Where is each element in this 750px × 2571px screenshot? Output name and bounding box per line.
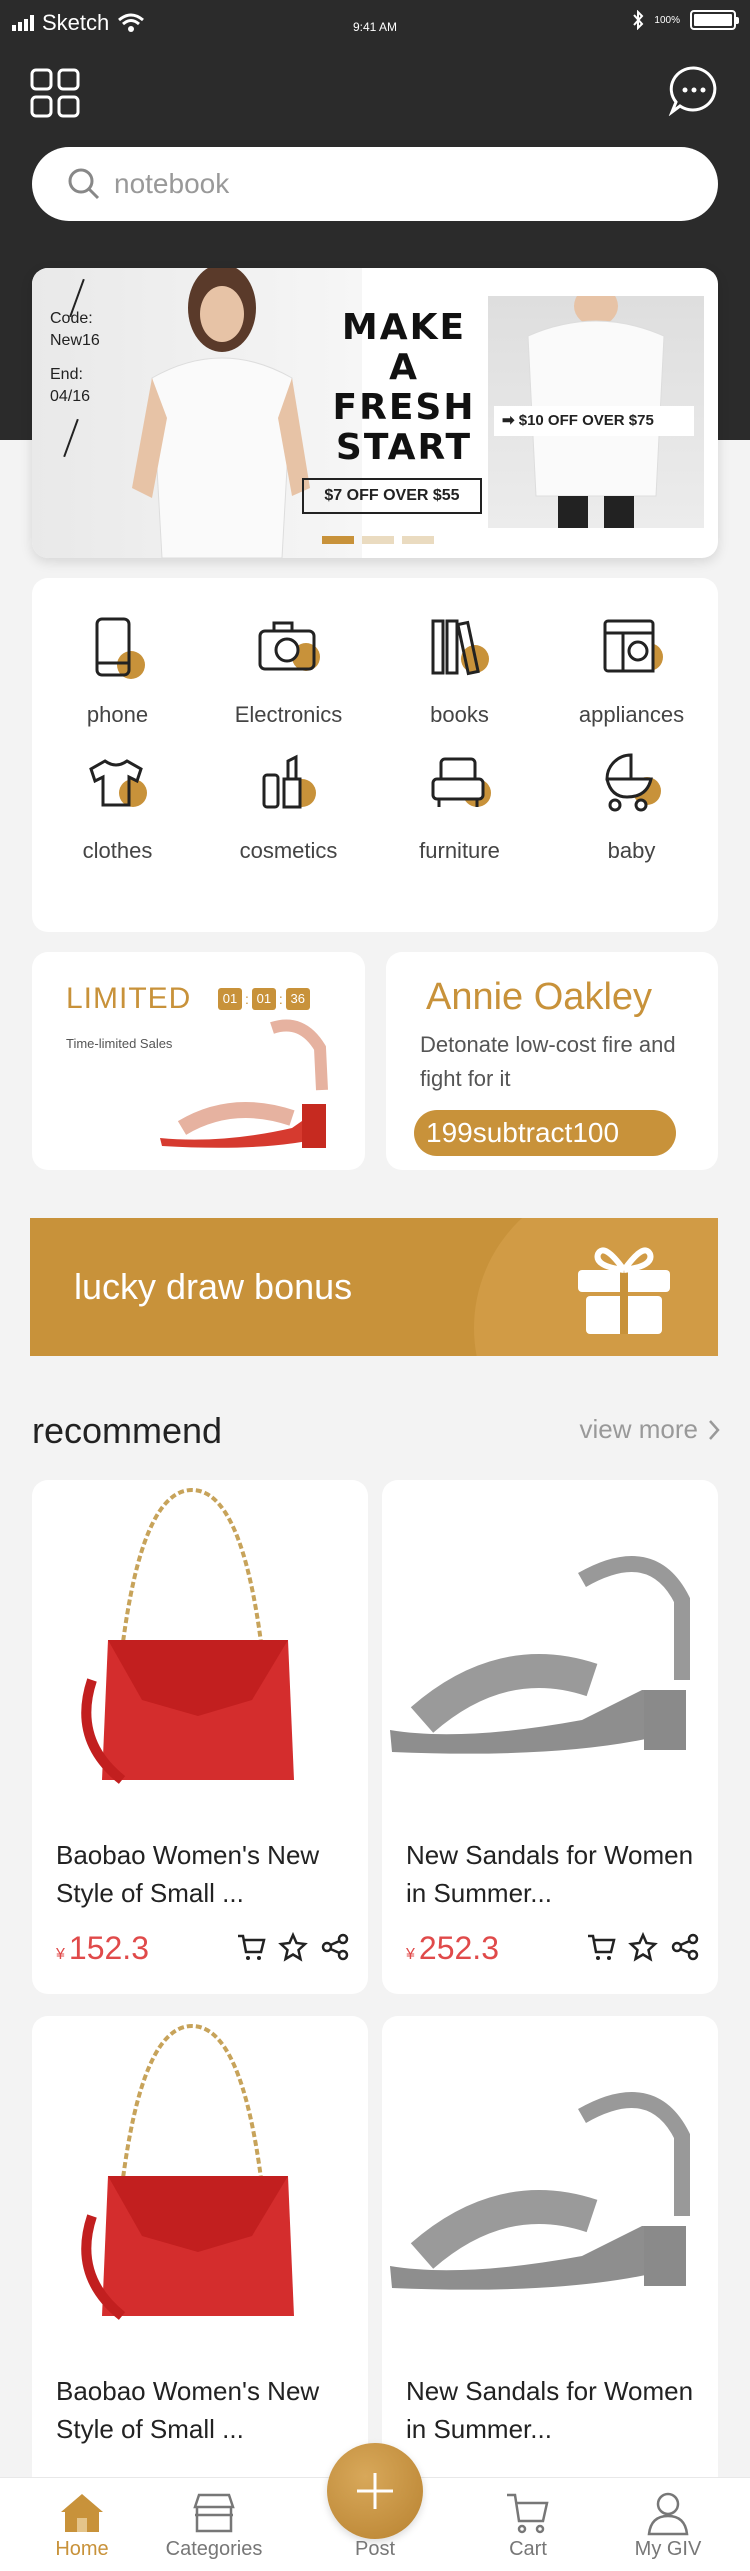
camera-icon <box>258 621 320 671</box>
product-card[interactable]: Baobao Women's New Style of Small ... <box>32 2016 368 2530</box>
cart-icon[interactable] <box>236 1932 266 1962</box>
lucky-draw-label: lucky draw bonus <box>74 1266 353 1307</box>
grid-menu-icon[interactable] <box>30 68 80 118</box>
tshirt-icon <box>88 759 147 807</box>
battery-percent: 100% <box>654 14 680 26</box>
promo-banner[interactable]: Code: New16 End: 04/16 MAKE A FRESH STAR… <box>32 268 718 558</box>
washing-machine-icon <box>603 619 663 673</box>
product-name: Baobao Women's New Style of Small ... <box>56 1840 320 1908</box>
tab-my-giv[interactable]: My GIV <box>608 2488 728 2561</box>
cosmetics-icon <box>262 754 316 809</box>
product-name: Baobao Women's New Style of Small ... <box>56 2376 320 2444</box>
cart-icon[interactable] <box>586 1932 616 1962</box>
countdown-timer: 01: 01: 36 <box>218 988 310 1010</box>
page-dot[interactable] <box>362 536 394 544</box>
phone-icon <box>95 617 145 679</box>
banner-pagination <box>322 536 434 544</box>
share-icon[interactable] <box>320 1932 350 1962</box>
limited-title: LIMITED <box>66 982 192 1015</box>
recommend-title: recommend <box>32 1410 223 1451</box>
product-name: New Sandals for Women in Summer... <box>406 2376 694 2444</box>
books-icon <box>431 619 489 676</box>
product-image-sandal <box>390 2092 690 2290</box>
star-icon[interactable] <box>628 1932 658 1962</box>
product-image-handbag <box>81 1487 294 1784</box>
lucky-draw-banner[interactable]: lucky draw bonus <box>30 1218 718 1356</box>
chevron-right-icon <box>709 1419 720 1440</box>
product-card[interactable]: Baobao Women's New Style of Small ... ¥1… <box>32 1480 368 1994</box>
category-books[interactable]: books <box>374 608 545 728</box>
cart-icon <box>507 2493 549 2534</box>
sandal-image <box>160 1019 328 1148</box>
tab-cart[interactable]: Cart <box>468 2488 588 2561</box>
category-furniture[interactable]: furniture <box>374 744 545 864</box>
product-image-sandal <box>390 1556 690 1754</box>
page-dot[interactable] <box>402 536 434 544</box>
plus-icon <box>357 2473 393 2509</box>
category-electronics[interactable]: Electronics <box>203 608 374 728</box>
home-icon <box>61 2494 103 2532</box>
coupon-code: Code: New16 End: 04/16 <box>50 310 100 405</box>
gift-icon <box>578 1247 670 1334</box>
share-icon[interactable] <box>670 1932 700 1962</box>
bluetooth-icon <box>633 10 644 30</box>
product-name: New Sandals for Women in Summer... <box>406 1840 694 1908</box>
limited-sale-card[interactable]: LIMITED 01: 01: 36 Time-limited Sales <box>32 952 365 1170</box>
stroller-icon <box>604 753 661 812</box>
product-card[interactable]: New Sandals for Women in Summer... <box>382 2016 718 2530</box>
category-baby[interactable]: baby <box>546 744 717 864</box>
search-input[interactable] <box>114 168 634 200</box>
armchair-icon <box>431 757 491 807</box>
category-appliances[interactable]: appliances <box>546 608 717 728</box>
brand-description: Detonate low-cost fire and fight for it <box>420 1032 676 1091</box>
model-image <box>132 268 310 558</box>
search-icon <box>68 168 100 200</box>
brand-promo-card[interactable]: Annie Oakley Detonate low-cost fire and … <box>386 952 718 1170</box>
post-label: Post <box>354 2538 396 2560</box>
star-icon[interactable] <box>278 1932 308 1962</box>
page-dot[interactable] <box>322 536 354 544</box>
discount-pill[interactable]: 199subtract100 <box>414 1110 676 1156</box>
battery-icon <box>690 10 739 30</box>
message-icon[interactable] <box>668 64 720 116</box>
user-icon <box>647 2492 689 2536</box>
view-more-link[interactable]: view more <box>580 1414 720 1445</box>
product-image-handbag <box>81 2023 294 2320</box>
category-phone[interactable]: phone <box>32 608 203 728</box>
promo-right: ➡ $10 OFF OVER $75 <box>494 406 694 436</box>
shop-icon <box>193 2493 235 2533</box>
category-grid: phone Electronics books appliances cloth… <box>32 578 718 932</box>
search-bar[interactable] <box>32 147 718 221</box>
product-price: ¥152.3 <box>56 1930 149 1966</box>
category-clothes[interactable]: clothes <box>32 744 203 864</box>
status-bar: Sketch 9:41 AM 100% <box>0 0 750 44</box>
post-button[interactable] <box>327 2443 423 2539</box>
category-cosmetics[interactable]: cosmetics <box>203 744 374 864</box>
brand-name: Annie Oakley <box>426 976 653 1018</box>
tab-home[interactable]: Home <box>22 2488 142 2561</box>
banner-headline: MAKE A FRESH START <box>332 307 476 468</box>
promo-left: $7 OFF OVER $55 <box>302 478 482 514</box>
product-card[interactable]: New Sandals for Women in Summer... ¥252.… <box>382 1480 718 1994</box>
tab-categories[interactable]: Categories <box>154 2488 274 2561</box>
product-price: ¥252.3 <box>406 1930 499 1966</box>
